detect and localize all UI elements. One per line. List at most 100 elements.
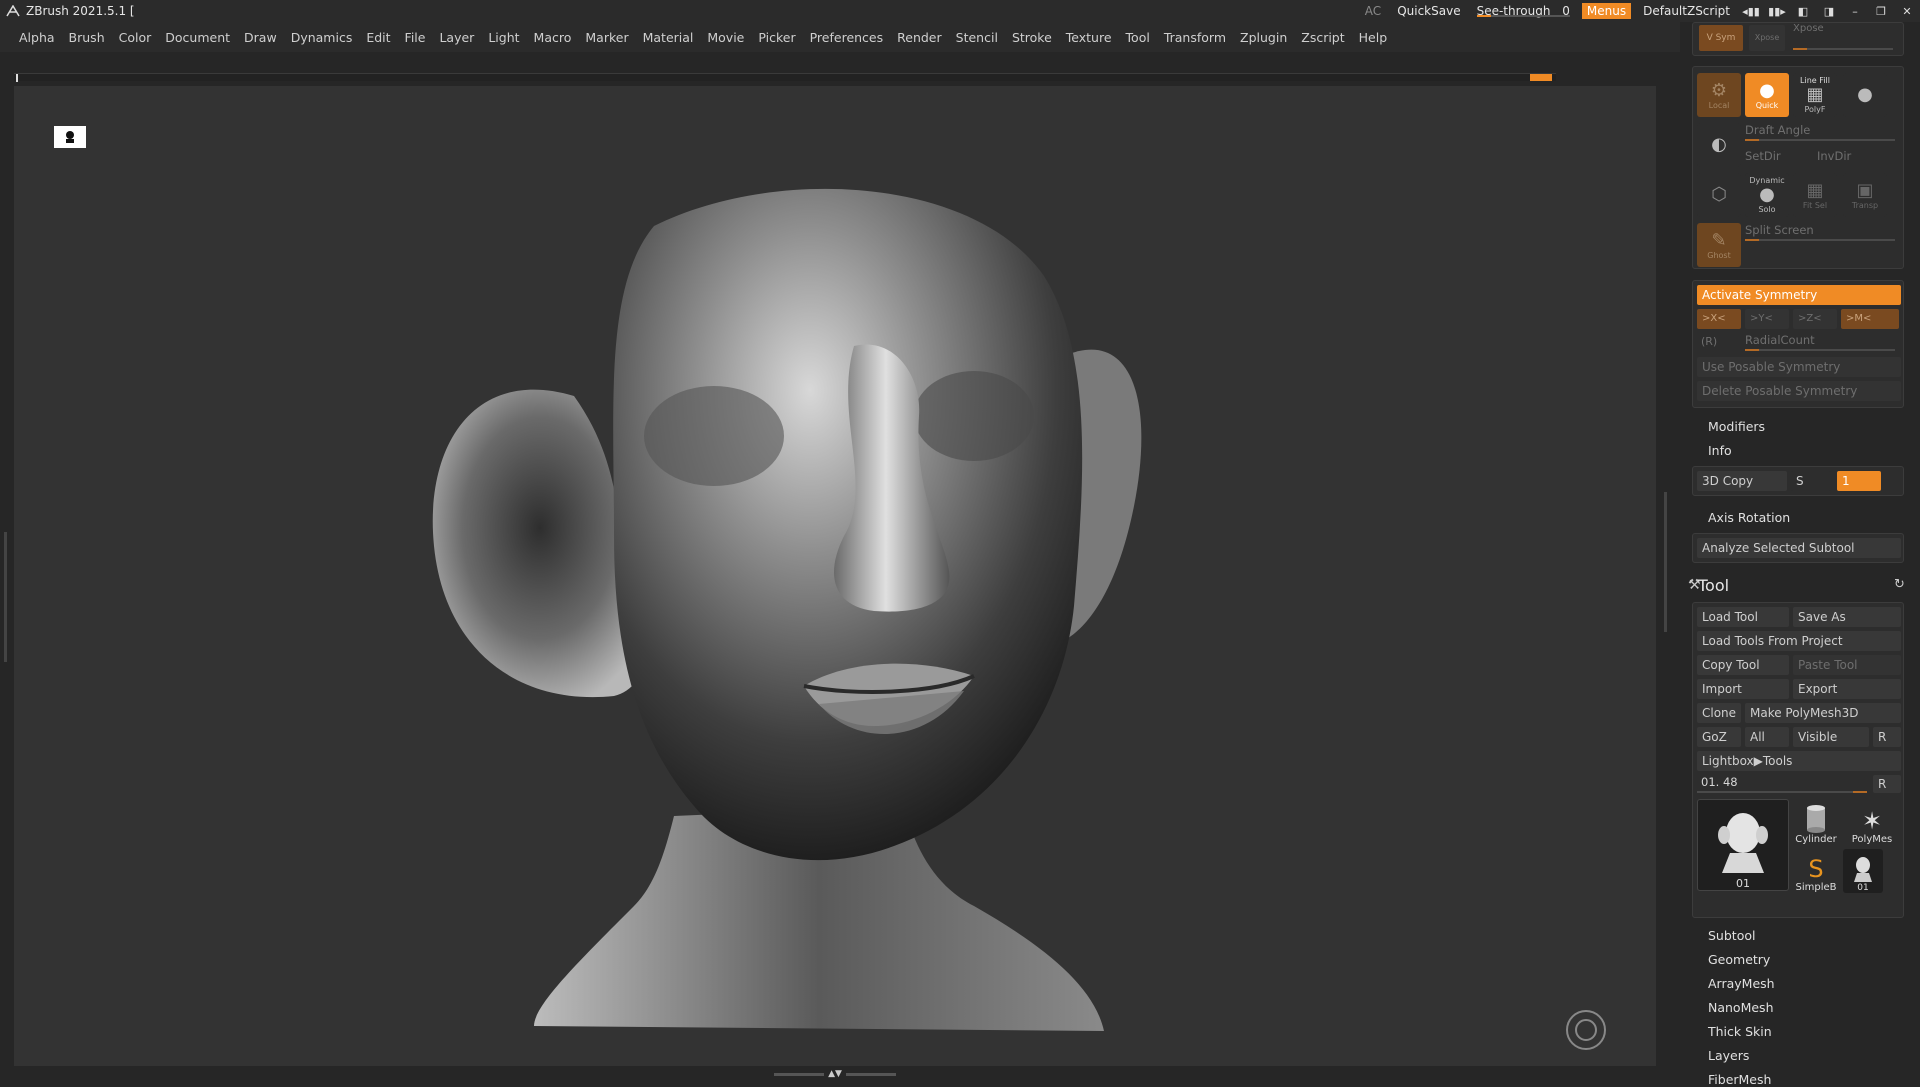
layout-next-icon[interactable]: ▮▮▸ <box>1764 5 1790 18</box>
sym-x-button[interactable]: >X< <box>1697 309 1741 329</box>
bottom-tray-handle[interactable]: ▲▼ <box>770 1068 900 1080</box>
tool-thumb-simplebrush[interactable]: S SimpleB <box>1793 849 1839 893</box>
left-tray-handle[interactable] <box>0 52 14 1080</box>
menu-picker[interactable]: Picker <box>751 30 802 45</box>
close-icon[interactable]: ✕ <box>1894 5 1920 18</box>
menu-preferences[interactable]: Preferences <box>803 30 891 45</box>
info-section[interactable]: Info <box>1708 443 1732 458</box>
axis-rotation-section[interactable]: Axis Rotation <box>1708 510 1790 525</box>
analyze-selected-subtool-button[interactable]: Analyze Selected Subtool <box>1697 538 1901 558</box>
layout-prev-icon[interactable]: ◂▮▮ <box>1738 5 1764 18</box>
delete-posable-symmetry-button[interactable]: Delete Posable Symmetry <box>1697 381 1901 401</box>
invdir-button[interactable]: InvDir <box>1817 149 1851 163</box>
nanomesh-section[interactable]: NanoMesh <box>1708 1000 1774 1015</box>
figure-view-icon[interactable] <box>54 126 86 148</box>
restore-icon[interactable]: ❐ <box>1868 5 1894 18</box>
make-polymesh3d-button[interactable]: Make PolyMesh3D <box>1745 703 1901 723</box>
solo-button[interactable]: Dynamic ● Solo <box>1745 173 1789 217</box>
lightbox-tools-button[interactable]: Lightbox▶Tools <box>1697 751 1901 771</box>
menu-file[interactable]: File <box>398 30 433 45</box>
menu-color[interactable]: Color <box>112 30 159 45</box>
menu-transform[interactable]: Transform <box>1157 30 1233 45</box>
goz-r-button[interactable]: R <box>1873 727 1901 747</box>
export-button[interactable]: Export <box>1793 679 1901 699</box>
right-tray-handle[interactable] <box>1660 52 1676 1080</box>
default-zscript-button[interactable]: DefaultZScript <box>1635 4 1738 18</box>
paste-tool-button[interactable]: Paste Tool <box>1793 655 1901 675</box>
split-screen-slider[interactable] <box>1745 239 1895 241</box>
menu-stencil[interactable]: Stencil <box>949 30 1005 45</box>
goz-all-button[interactable]: All <box>1745 727 1789 747</box>
copy-tool-button[interactable]: Copy Tool <box>1697 655 1789 675</box>
menu-render[interactable]: Render <box>890 30 949 45</box>
menu-movie[interactable]: Movie <box>700 30 751 45</box>
timeline-marker[interactable] <box>1530 74 1552 81</box>
menu-brush[interactable]: Brush <box>62 30 112 45</box>
menu-light[interactable]: Light <box>481 30 526 45</box>
menu-layer[interactable]: Layer <box>432 30 481 45</box>
menu-draw[interactable]: Draw <box>237 30 284 45</box>
layers-section[interactable]: Layers <box>1708 1048 1749 1063</box>
sculpted-head-model[interactable] <box>14 86 1656 1066</box>
sym-z-button[interactable]: >Z< <box>1793 309 1837 329</box>
menu-zplugin[interactable]: Zplugin <box>1233 30 1294 45</box>
import-button[interactable]: Import <box>1697 679 1789 699</box>
vsym-button[interactable]: V Sym <box>1699 25 1743 51</box>
cube-view-icon[interactable]: ⬡ <box>1697 173 1741 217</box>
menus-toggle[interactable]: Menus <box>1581 3 1632 19</box>
sym-r-toggle[interactable]: (R) <box>1701 335 1717 348</box>
minimize-icon[interactable]: – <box>1842 5 1868 18</box>
refresh-icon[interactable]: ↻ <box>1894 577 1905 592</box>
quick-button[interactable]: ● Quick <box>1745 73 1789 117</box>
tool-thumb-cylinder[interactable]: Cylinder <box>1793 799 1839 845</box>
ui-layout-icon[interactable]: ◧ <box>1790 5 1816 18</box>
geometry-section[interactable]: Geometry <box>1708 952 1770 967</box>
timeline-bar[interactable] <box>14 73 1556 82</box>
canvas-viewport[interactable] <box>14 86 1656 1066</box>
xpose-slider[interactable] <box>1793 48 1893 50</box>
copy3d-button[interactable]: 3D Copy <box>1697 471 1787 491</box>
menu-tool[interactable]: Tool <box>1119 30 1157 45</box>
load-tool-button[interactable]: Load Tool <box>1697 607 1789 627</box>
material-sphere-icon[interactable]: ● <box>1843 73 1887 117</box>
menu-marker[interactable]: Marker <box>578 30 635 45</box>
polyf-button[interactable]: Line Fill ▦ PolyF <box>1793 73 1837 117</box>
menu-edit[interactable]: Edit <box>359 30 397 45</box>
menu-help[interactable]: Help <box>1352 30 1395 45</box>
local-button[interactable]: ⚙ Local <box>1697 73 1741 117</box>
menu-material[interactable]: Material <box>636 30 701 45</box>
navigation-gyro-icon[interactable] <box>1566 1010 1606 1050</box>
ac-toggle[interactable]: AC <box>1357 4 1389 18</box>
see-through-slider[interactable]: See-through 0 <box>1469 4 1578 18</box>
menu-texture[interactable]: Texture <box>1059 30 1119 45</box>
load-tools-from-project-button[interactable]: Load Tools From Project <box>1697 631 1901 651</box>
subtool-section[interactable]: Subtool <box>1708 928 1755 943</box>
menu-zscript[interactable]: Zscript <box>1294 30 1351 45</box>
menu-alpha[interactable]: Alpha <box>12 30 62 45</box>
copy3d-value-field[interactable]: 1 <box>1837 471 1881 491</box>
arraymesh-section[interactable]: ArrayMesh <box>1708 976 1775 991</box>
activate-symmetry-button[interactable]: Activate Symmetry <box>1697 285 1901 305</box>
tool-thumb-small[interactable]: 01 <box>1843 849 1883 893</box>
tray-toggle-icon[interactable]: ▲▼ <box>828 1069 842 1079</box>
transp-button[interactable]: ▣ Transp <box>1843 173 1887 217</box>
clone-button[interactable]: Clone <box>1697 703 1741 723</box>
tool-thumb-main[interactable]: 01 <box>1697 799 1789 891</box>
save-as-button[interactable]: Save As <box>1793 607 1901 627</box>
menu-stroke[interactable]: Stroke <box>1005 30 1059 45</box>
goz-visible-button[interactable]: Visible <box>1793 727 1869 747</box>
use-posable-symmetry-button[interactable]: Use Posable Symmetry <box>1697 357 1901 377</box>
menu-dynamics[interactable]: Dynamics <box>284 30 360 45</box>
tool-slider[interactable] <box>1697 791 1867 793</box>
draft-angle-slider[interactable] <box>1745 139 1895 141</box>
thick-skin-section[interactable]: Thick Skin <box>1708 1024 1772 1039</box>
radial-count-slider[interactable] <box>1745 349 1895 351</box>
goz-button[interactable]: GoZ <box>1697 727 1741 747</box>
ghost-button[interactable]: ✎ Ghost <box>1697 223 1741 267</box>
copy3d-s-toggle[interactable]: S <box>1791 471 1831 491</box>
tool-palette-header[interactable]: ⚒ Tool ↻ <box>1680 573 1920 601</box>
modifiers-section[interactable]: Modifiers <box>1708 419 1765 434</box>
contrast-toggle-icon[interactable]: ◐ <box>1697 123 1741 167</box>
menu-macro[interactable]: Macro <box>527 30 579 45</box>
color-scheme-icon[interactable]: ◨ <box>1816 5 1842 18</box>
